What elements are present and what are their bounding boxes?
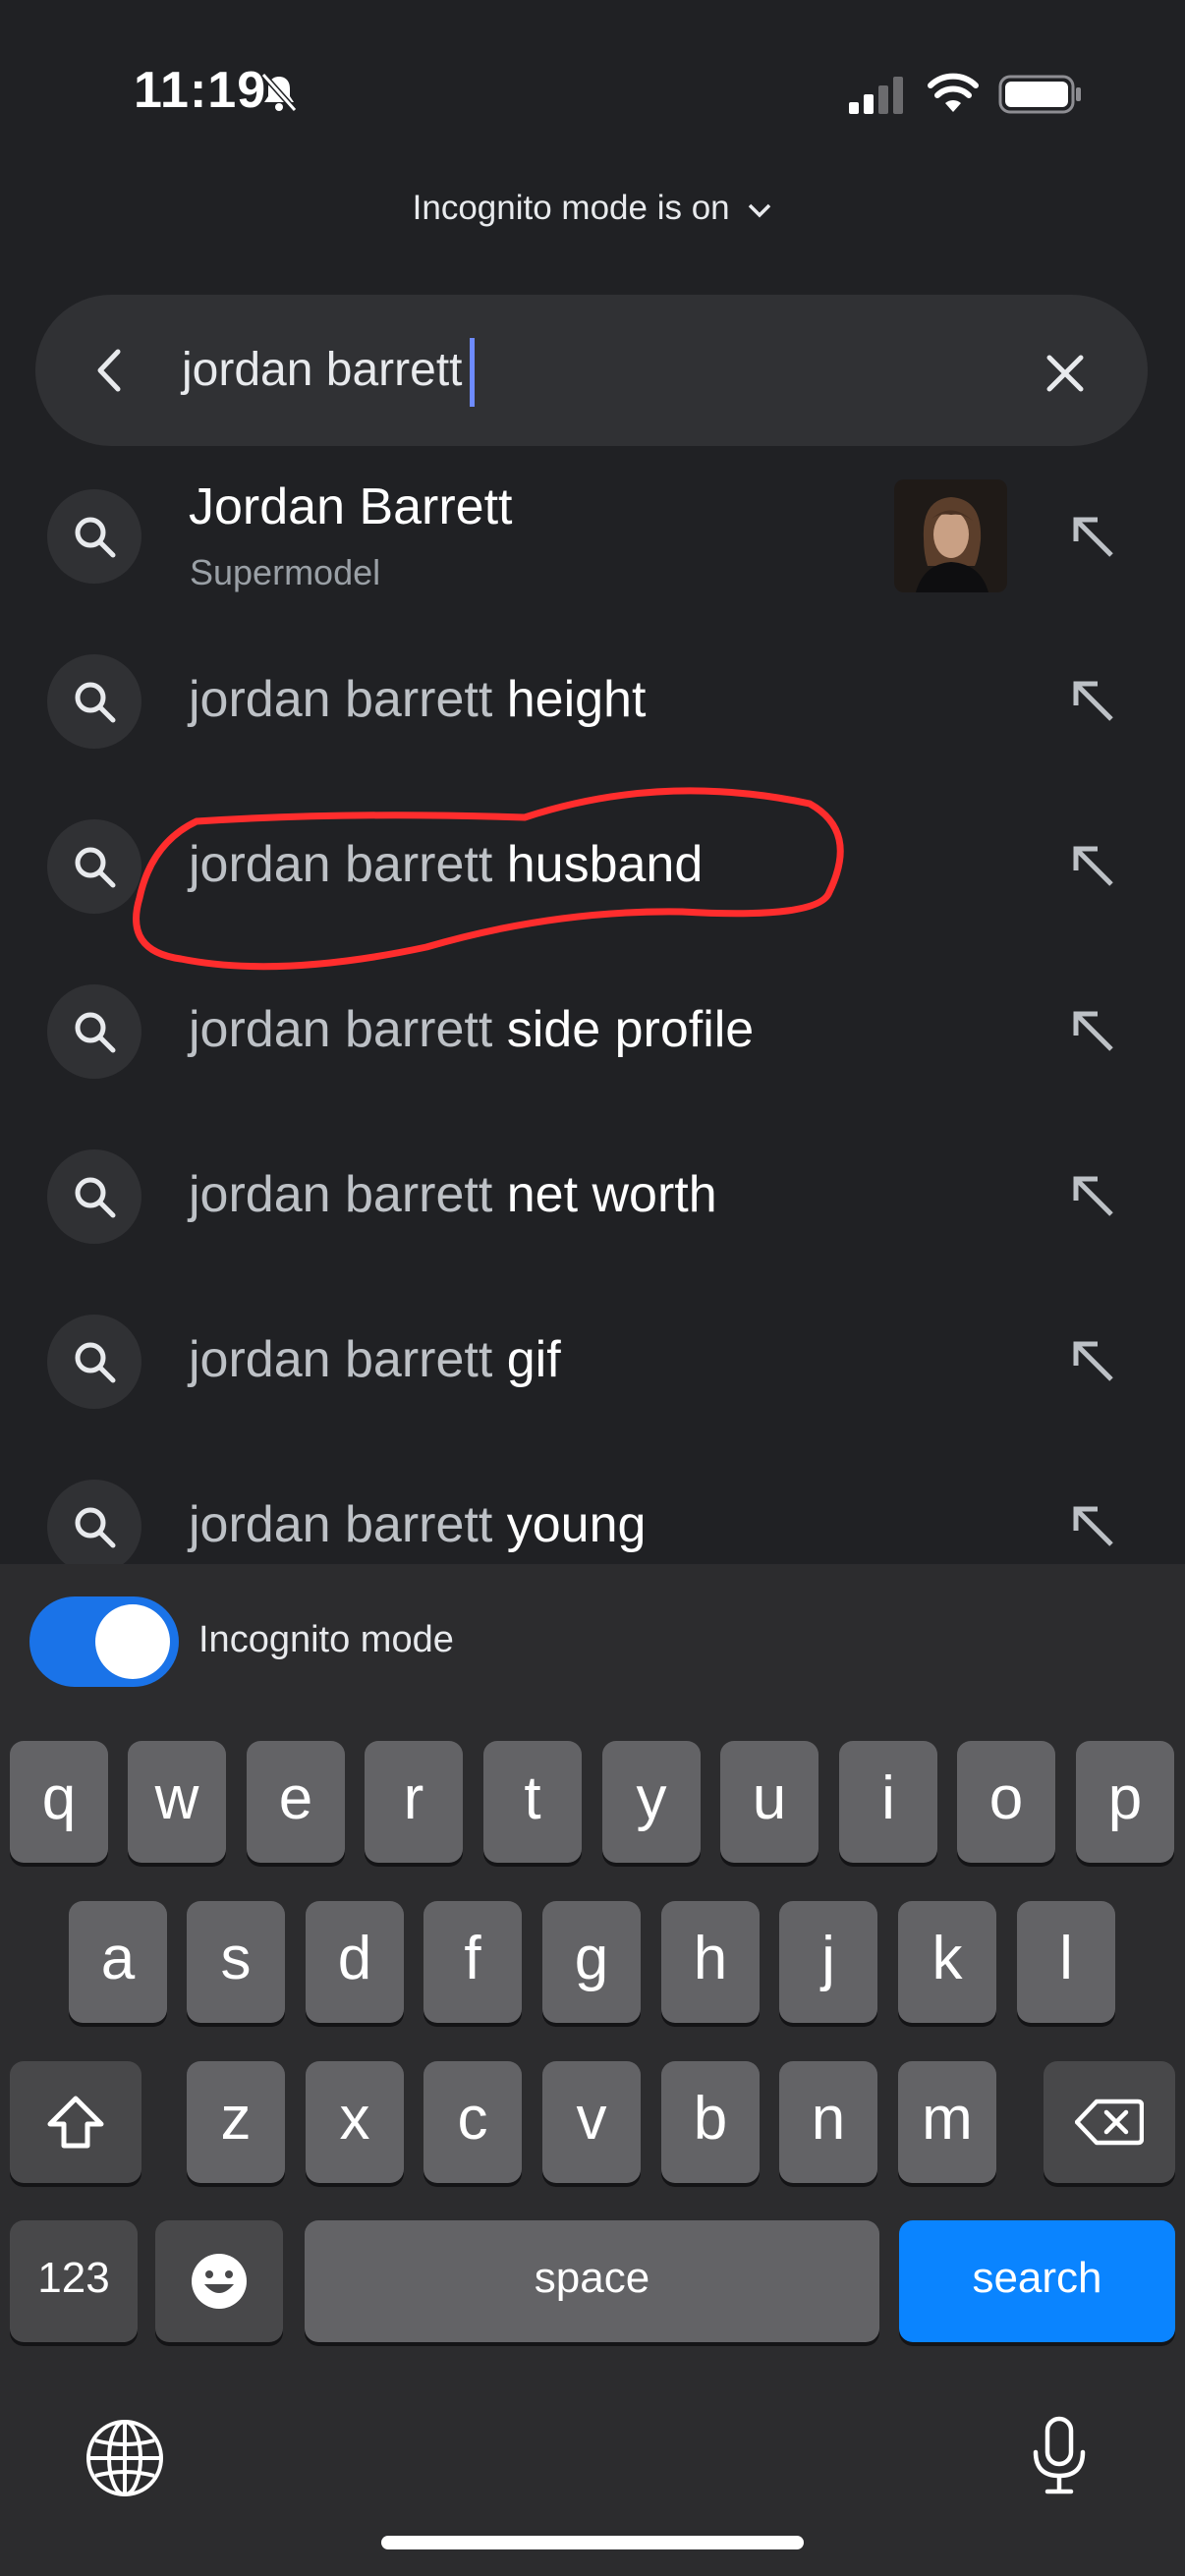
suggestion-text: jordan barrett side profile (189, 1001, 755, 1058)
arrow-up-left-icon[interactable] (1066, 1499, 1121, 1554)
suggestion-text: jordan barrett young (189, 1496, 647, 1553)
key-n[interactable]: n (779, 2061, 877, 2183)
signal-icon (849, 77, 903, 114)
key-o[interactable]: o (957, 1741, 1055, 1863)
search-key[interactable]: search (899, 2220, 1175, 2342)
key-a[interactable]: a (69, 1901, 167, 2023)
key-u[interactable]: u (720, 1741, 818, 1863)
search-icon (75, 517, 116, 558)
key-c[interactable]: c (423, 2061, 522, 2183)
suggestion-title: Jordan Barrett (189, 478, 513, 535)
search-icon-bg (47, 654, 141, 749)
key-r[interactable]: r (365, 1741, 463, 1863)
key-f[interactable]: f (423, 1901, 522, 2023)
search-icon (75, 1507, 116, 1548)
search-icon (75, 847, 116, 888)
entity-thumbnail (894, 479, 1007, 592)
arrow-up-left-icon[interactable] (1066, 1334, 1121, 1389)
key-l[interactable]: l (1017, 1901, 1115, 2023)
hand-drawn-highlight (133, 787, 844, 971)
home-indicator (381, 2536, 804, 2549)
search-icon (75, 1012, 116, 1053)
wifi-icon (928, 73, 979, 112)
backspace-icon (1075, 2099, 1144, 2146)
key-q[interactable]: q (10, 1741, 108, 1863)
globe-icon[interactable] (84, 2417, 166, 2499)
search-icon-bg (47, 1315, 141, 1409)
key-e[interactable]: e (247, 1741, 345, 1863)
key-w[interactable]: w (128, 1741, 226, 1863)
key-t[interactable]: t (483, 1741, 582, 1863)
key-i[interactable]: i (839, 1741, 937, 1863)
key-d[interactable]: d (306, 1901, 404, 2023)
incognito-banner-text: Incognito mode is on (412, 189, 730, 227)
chevron-down-icon (749, 203, 771, 218)
key-v[interactable]: v (542, 2061, 641, 2183)
key-b[interactable]: b (661, 2061, 760, 2183)
arrow-up-left-icon[interactable] (1066, 1004, 1121, 1059)
search-icon-bg (47, 819, 141, 914)
bell-slash-icon (260, 73, 298, 112)
space-key[interactable]: space (305, 2220, 879, 2342)
shift-key[interactable] (10, 2061, 141, 2183)
key-k[interactable]: k (898, 1901, 996, 2023)
key-h[interactable]: h (661, 1901, 760, 2023)
search-icon-bg (47, 984, 141, 1079)
battery-icon (998, 75, 1081, 114)
incognito-toggle-label: Incognito mode (198, 1619, 454, 1660)
arrow-up-left-icon[interactable] (1066, 510, 1121, 565)
suggestion-item[interactable] (0, 454, 1185, 619)
suggestion-text: jordan barrett net worth (189, 1166, 717, 1223)
status-time: 11:19 (134, 62, 267, 119)
emoji-icon (192, 2254, 247, 2309)
arrow-up-left-icon[interactable] (1066, 1169, 1121, 1224)
key-g[interactable]: g (542, 1901, 641, 2023)
key-j[interactable]: j (779, 1901, 877, 2023)
search-icon-bg (47, 489, 141, 584)
emoji-key[interactable] (155, 2220, 283, 2342)
back-arrow-icon[interactable] (79, 338, 143, 403)
close-icon[interactable] (1036, 344, 1095, 403)
text-cursor (470, 338, 475, 407)
search-icon-bg (47, 1149, 141, 1244)
suggestion-subtitle: Supermodel (190, 552, 381, 592)
key-x[interactable]: x (306, 2061, 404, 2183)
backspace-key[interactable] (1044, 2061, 1175, 2183)
numbers-key[interactable]: 123 (10, 2220, 138, 2342)
suggestion-text: jordan barrett height (189, 671, 647, 728)
shift-icon (47, 2096, 104, 2149)
incognito-banner[interactable]: Incognito mode is on (0, 189, 1185, 228)
suggestion-text: jordan barrett gif (189, 1331, 561, 1388)
key-s[interactable]: s (187, 1901, 285, 2023)
key-z[interactable]: z (187, 2061, 285, 2183)
arrow-up-left-icon[interactable] (1066, 839, 1121, 894)
search-icon-bg (47, 1480, 141, 1574)
search-icon (75, 1177, 116, 1218)
search-icon (75, 682, 116, 723)
toggle-knob (95, 1604, 170, 1679)
search-input[interactable]: jordan barrett (182, 338, 463, 403)
key-p[interactable]: p (1076, 1741, 1174, 1863)
key-y[interactable]: y (602, 1741, 701, 1863)
suggestion-item[interactable] (0, 1279, 1185, 1444)
search-icon (75, 1342, 116, 1383)
key-m[interactable]: m (898, 2061, 996, 2183)
microphone-icon[interactable] (1018, 2413, 1100, 2495)
arrow-up-left-icon[interactable] (1066, 674, 1121, 729)
